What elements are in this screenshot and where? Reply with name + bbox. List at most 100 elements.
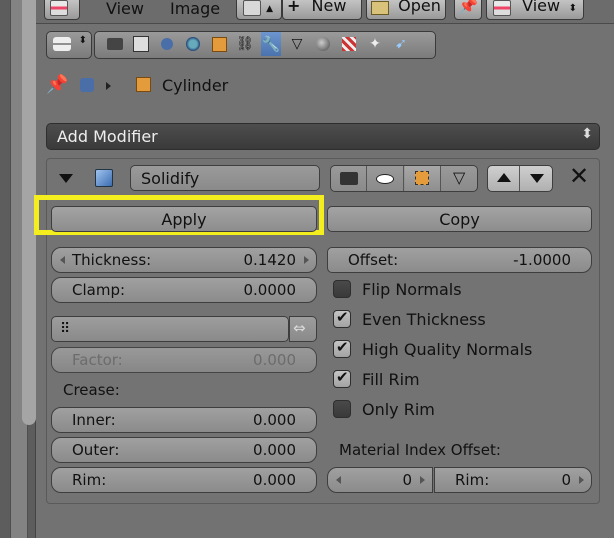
increment-arrow-icon[interactable] — [304, 256, 309, 264]
image-browse-button[interactable]: ▲ — [236, 0, 282, 20]
collapse-triangle-icon[interactable] — [59, 174, 73, 183]
material-rim-field[interactable]: Rim: 0 — [434, 467, 592, 493]
scrollbar-track[interactable] — [10, 0, 36, 538]
inner-label: Inner: — [72, 411, 116, 429]
offset-label: Offset: — [348, 251, 399, 269]
increment-arrow-icon[interactable] — [579, 476, 584, 484]
move-down-button[interactable] — [521, 166, 553, 191]
crease-label: Crease: — [63, 381, 120, 399]
render-toggle[interactable] — [331, 166, 367, 191]
remove-modifier-button[interactable]: ✕ — [566, 162, 590, 190]
fill-rim-checkbox[interactable]: ✔ — [333, 368, 351, 388]
move-up-button[interactable] — [488, 166, 520, 191]
only-rim-checkbox[interactable] — [333, 400, 351, 418]
tab-render-layers[interactable] — [131, 32, 151, 56]
modifier-type-icon — [95, 169, 113, 187]
image-editor-header: View Image ▲ + New Open 📌 View ⬍ — [36, 0, 614, 24]
even-thickness-checkbox[interactable]: ✔ — [333, 308, 351, 328]
chain-icon: ⛓ — [236, 36, 254, 52]
decrement-arrow-icon[interactable] — [60, 256, 65, 264]
high-quality-normals-checkbox[interactable]: ✔ — [333, 338, 351, 358]
clamp-value: 0.0000 — [243, 281, 297, 299]
open-label: Open — [398, 0, 441, 15]
apply-button[interactable]: Apply — [51, 206, 317, 232]
updown-arrows-icon: ▲ — [266, 4, 274, 14]
open-image-button[interactable]: Open — [366, 0, 446, 20]
check-icon: ✔ — [336, 308, 349, 326]
cube-icon — [211, 36, 227, 52]
editor-type-button[interactable] — [44, 0, 80, 20]
menu-image[interactable]: Image — [170, 0, 220, 18]
tab-modifiers[interactable]: 🔧 — [261, 32, 281, 56]
view-mode-button[interactable]: View ⬍ — [486, 0, 584, 20]
fill-rim-label: Fill Rim — [362, 370, 420, 389]
double-arrow-icon: ⇔ — [293, 319, 306, 337]
view-label: View — [522, 0, 561, 15]
offset-value: -1.0000 — [513, 251, 571, 269]
copy-button[interactable]: Copy — [327, 206, 592, 232]
camera-icon — [340, 172, 358, 185]
new-image-button[interactable]: + New — [282, 0, 362, 20]
editmode-icon — [415, 171, 429, 185]
offset-field[interactable]: Offset: -1.0000 — [327, 247, 592, 273]
new-label: New — [311, 0, 347, 15]
world-icon — [186, 37, 200, 51]
editmode-toggle[interactable] — [405, 166, 441, 191]
left-region — [0, 0, 36, 538]
flip-normals-checkbox[interactable] — [333, 280, 351, 298]
inner-field[interactable]: Inner: 0.000 — [51, 407, 317, 433]
rim-field[interactable]: Rim: 0.000 — [51, 467, 317, 493]
scene-icon — [80, 78, 94, 92]
thickness-label: Thickness: — [72, 251, 152, 269]
add-modifier-dropdown[interactable]: Add Modifier ⬍ — [46, 123, 600, 150]
modifier-name-field[interactable]: Solidify — [130, 165, 320, 191]
tab-particles[interactable]: ✦ — [365, 32, 385, 56]
cage-toggle[interactable]: ▽ — [442, 166, 478, 191]
chevron-right-icon — [106, 82, 111, 90]
arrow-down-icon — [530, 174, 544, 183]
mesh-data-icon: ▽ — [291, 36, 303, 52]
menu-view[interactable]: View — [106, 0, 144, 18]
inner-value: 0.000 — [253, 411, 296, 429]
tab-material[interactable] — [313, 32, 333, 56]
texture-icon — [342, 37, 356, 51]
outer-field[interactable]: Outer: 0.000 — [51, 437, 317, 463]
vertex-group-icon: ⠿ — [60, 321, 71, 337]
invert-vertex-group-button[interactable]: ⇔ — [289, 316, 317, 342]
check-icon: ✔ — [336, 338, 349, 356]
material-offset-field[interactable]: 0 — [327, 467, 433, 493]
factor-field: Factor: 0.000 — [51, 347, 317, 373]
tab-object[interactable] — [209, 32, 229, 56]
increment-arrow-icon[interactable] — [420, 476, 425, 484]
tab-scene[interactable] — [157, 32, 177, 56]
add-modifier-label: Add Modifier — [57, 127, 158, 146]
arrow-up-icon — [497, 173, 511, 182]
object-name: Cylinder — [162, 76, 229, 95]
decrement-arrow-icon[interactable] — [336, 476, 341, 484]
properties-editor-icon — [53, 37, 71, 51]
pin-button[interactable]: 📌 — [454, 0, 482, 20]
thickness-field[interactable]: Thickness: 0.1420 — [51, 247, 317, 273]
breadcrumb: 📌 Cylinder — [46, 72, 346, 102]
tab-texture[interactable] — [339, 32, 359, 56]
only-rim-label: Only Rim — [362, 400, 435, 419]
editor-type-selector[interactable]: ⬍ — [46, 31, 92, 59]
vertex-group-field[interactable]: ⠿ — [51, 316, 289, 342]
factor-label: Factor: — [72, 351, 123, 369]
layers-icon — [133, 36, 149, 52]
particles-icon: ✦ — [369, 36, 381, 52]
tab-world[interactable] — [183, 32, 203, 56]
tab-render[interactable] — [105, 32, 125, 56]
check-icon: ✔ — [336, 368, 349, 386]
material-icon — [316, 37, 330, 51]
image-editor-icon — [50, 0, 68, 16]
viewport-toggle[interactable] — [368, 166, 404, 191]
flip-normals-label: Flip Normals — [362, 280, 462, 299]
tab-constraints[interactable]: ⛓ — [235, 32, 255, 56]
wrench-icon: 🔧 — [261, 35, 281, 53]
scene-icon — [161, 38, 173, 50]
pin-icon[interactable]: 📌 — [46, 74, 68, 95]
tab-data[interactable]: ▽ — [287, 32, 307, 56]
clamp-field[interactable]: Clamp: 0.0000 — [51, 277, 317, 303]
tab-physics[interactable]: ➹ — [391, 32, 411, 56]
